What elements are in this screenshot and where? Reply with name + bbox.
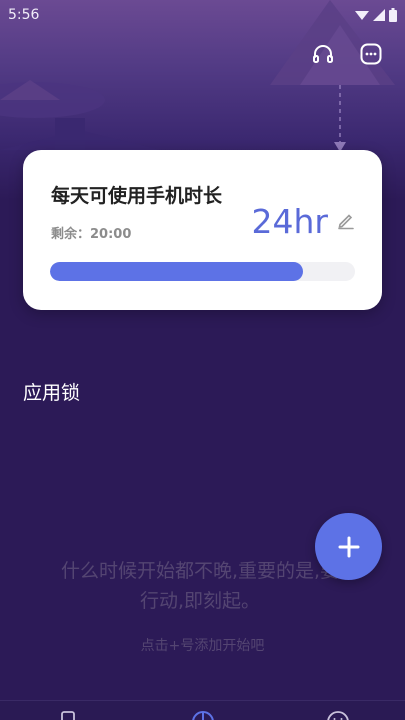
support-button[interactable] xyxy=(309,40,337,68)
usage-progress-bar xyxy=(50,262,355,281)
card-title: 每天可使用手机时长 xyxy=(51,185,223,207)
nav-item-phone[interactable] xyxy=(55,709,81,720)
more-button[interactable] xyxy=(357,40,385,68)
pencil-icon xyxy=(338,214,354,230)
daily-hours-value: 24hr xyxy=(251,202,328,241)
phone-icon xyxy=(61,711,75,720)
pie-chart-icon xyxy=(192,711,214,720)
smiley-icon xyxy=(327,711,349,720)
usage-progress-fill xyxy=(50,262,304,281)
wifi-icon xyxy=(355,11,369,20)
headset-icon xyxy=(313,45,333,63)
add-button[interactable] xyxy=(315,513,382,580)
signal-icon xyxy=(373,9,385,21)
more-dots-icon xyxy=(360,43,382,65)
edit-hours-button[interactable] xyxy=(336,210,356,230)
nav-item-profile[interactable] xyxy=(325,709,351,720)
app-lock-section-title: 应用锁 xyxy=(23,382,81,404)
status-bar: 5:56 xyxy=(0,0,405,30)
remaining-time: 剩余：20:00 xyxy=(51,227,132,242)
bottom-navigation xyxy=(0,700,405,720)
nav-item-stats[interactable] xyxy=(190,709,216,720)
daily-usage-card: 每天可使用手机时长 剩余：20:00 24hr xyxy=(23,150,382,310)
battery-icon xyxy=(389,8,397,22)
empty-state-hint: 点击+号添加开始吧 xyxy=(140,638,265,654)
plus-icon xyxy=(338,536,359,557)
status-time: 5:56 xyxy=(8,7,40,23)
empty-state-message: 什么时候开始都不晚,重要的是,要行动,即刻起。 xyxy=(60,560,340,612)
